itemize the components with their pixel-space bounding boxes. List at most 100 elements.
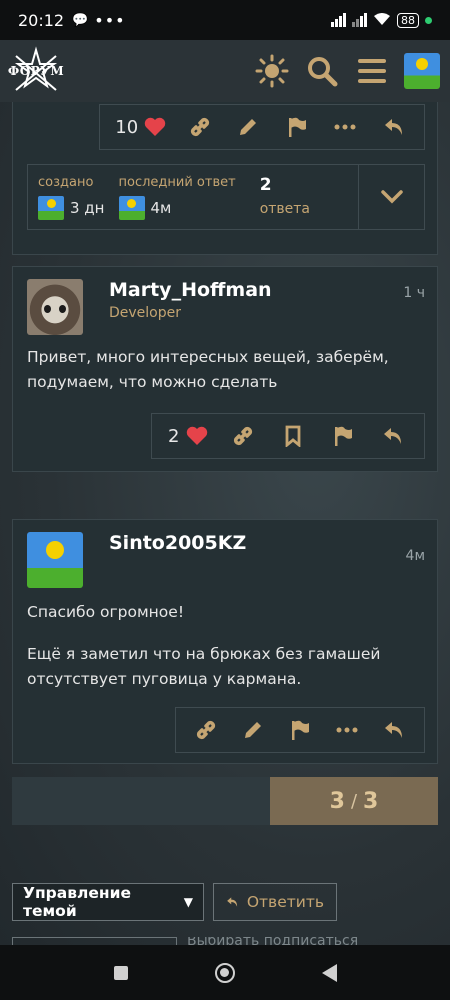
user-avatar-marty[interactable] bbox=[27, 279, 83, 335]
reply-arrow-icon bbox=[383, 428, 401, 444]
heart-icon bbox=[186, 426, 207, 445]
post-time[interactable]: 1 ч bbox=[403, 279, 425, 335]
status-time: 20:12 bbox=[18, 10, 65, 30]
flag-button[interactable] bbox=[282, 116, 312, 138]
post-actions: 10 bbox=[99, 104, 425, 150]
flag-button[interactable] bbox=[285, 719, 315, 741]
flag-icon bbox=[288, 117, 306, 137]
caret-down-icon: ▼ bbox=[183, 895, 193, 909]
status-bar: 20:12 💬 ••• 88 bbox=[0, 0, 450, 40]
post-body-p2: Ещё я заметил что на брюках без гамашей … bbox=[27, 645, 381, 688]
wifi-icon bbox=[373, 12, 391, 29]
user-avatar[interactable] bbox=[404, 53, 440, 89]
more-button[interactable] bbox=[332, 726, 362, 734]
reply-button[interactable] bbox=[379, 720, 409, 740]
recents-icon[interactable] bbox=[113, 965, 128, 980]
logo-text: ФОРУМ bbox=[7, 64, 65, 78]
post-body-p1: Спасибо огромное! bbox=[27, 603, 185, 621]
last-reply-block: последний ответ 4м bbox=[115, 165, 246, 229]
topic-manage-label: Управление темой bbox=[23, 884, 131, 920]
counter-separator: / bbox=[350, 790, 358, 812]
reply-topic-button[interactable]: Ответить bbox=[213, 883, 337, 921]
reply-button[interactable] bbox=[379, 117, 409, 137]
creator-avatar[interactable] bbox=[38, 196, 64, 220]
post-username[interactable]: Marty_Hoffman bbox=[109, 279, 272, 301]
notification-row: Выбирать подписаться bbox=[12, 937, 442, 945]
system-nav-bar bbox=[0, 945, 450, 1000]
last-replier-avatar[interactable] bbox=[118, 196, 145, 220]
user-title: Developer bbox=[109, 305, 182, 321]
current-post: 3 bbox=[329, 788, 345, 814]
created-label: создано bbox=[38, 175, 94, 190]
more-dots-icon bbox=[336, 727, 358, 733]
reply-arrow-icon bbox=[227, 897, 238, 907]
like-count: 2 bbox=[168, 425, 180, 447]
total-posts: 3 bbox=[363, 788, 379, 814]
last-reply-value: 4м bbox=[150, 199, 172, 217]
notification-text: Выбирать подписаться bbox=[187, 937, 359, 945]
status-dot bbox=[425, 16, 432, 24]
last-reply-label: последний ответ bbox=[118, 175, 236, 190]
post-counter[interactable]: 3 / 3 bbox=[270, 777, 438, 825]
chat-icon: 💬 bbox=[72, 12, 89, 28]
chevron-down-icon bbox=[380, 190, 403, 204]
reply-arrow-icon bbox=[384, 119, 402, 135]
heart-icon bbox=[144, 117, 166, 136]
topic-manage-button[interactable]: Управление темой ▼ bbox=[12, 883, 204, 921]
signal-icon-2 bbox=[352, 13, 367, 27]
like-button[interactable]: 2 bbox=[168, 426, 207, 447]
edit-button[interactable] bbox=[238, 719, 268, 741]
user-avatar-sinto[interactable] bbox=[27, 532, 83, 588]
replies-block: 2 ответа bbox=[246, 165, 310, 229]
signal-icon bbox=[331, 13, 346, 27]
replies-word: ответа bbox=[259, 201, 311, 217]
topic-progress: 3 / 3 bbox=[12, 777, 438, 825]
home-icon[interactable] bbox=[214, 962, 235, 983]
post-time[interactable]: 4м bbox=[406, 532, 425, 588]
created-value: 3 дн bbox=[70, 199, 105, 217]
sun-icon bbox=[255, 54, 289, 88]
more-dots-icon bbox=[334, 124, 356, 130]
post-actions bbox=[175, 707, 425, 753]
flag-icon bbox=[334, 426, 352, 446]
share-link-button[interactable] bbox=[185, 116, 215, 138]
pencil-icon bbox=[244, 722, 261, 738]
post-marty: Marty_Hoffman Developer 1 ч Привет, мног… bbox=[12, 266, 438, 472]
link-icon bbox=[233, 426, 252, 446]
back-icon[interactable] bbox=[321, 963, 337, 982]
post-sinto: Sinto2005KZ 4м Спасибо огромное! Ещё я з… bbox=[12, 519, 438, 764]
theme-toggle-button[interactable] bbox=[254, 53, 290, 89]
topic-meta: создано 3 дн последний ответ 4м 2 ответа bbox=[27, 164, 425, 230]
reply-topic-label: Ответить bbox=[246, 893, 324, 911]
bookmark-button[interactable] bbox=[278, 425, 308, 447]
post-body: Привет, много интересных вещей, заберём,… bbox=[27, 348, 389, 391]
share-link-button[interactable] bbox=[191, 719, 221, 741]
created-block: создано 3 дн bbox=[28, 165, 115, 229]
reply-button[interactable] bbox=[378, 426, 408, 446]
menu-button[interactable] bbox=[354, 53, 390, 89]
pencil-icon bbox=[240, 119, 257, 135]
hamburger-icon bbox=[358, 59, 386, 83]
battery-indicator: 88 bbox=[397, 12, 419, 28]
replies-count: 2 bbox=[259, 175, 272, 195]
topic-first-post: 10 создано 3 дн последний ответ 4м 2 отв… bbox=[12, 102, 438, 255]
link-icon bbox=[196, 720, 215, 740]
like-button[interactable]: 10 bbox=[115, 117, 166, 138]
like-count: 10 bbox=[115, 116, 139, 138]
flag-icon bbox=[291, 720, 309, 740]
flag-button[interactable] bbox=[328, 425, 358, 447]
search-icon bbox=[308, 57, 338, 87]
more-button[interactable] bbox=[330, 123, 360, 131]
forum-logo[interactable]: ФОРУМ bbox=[7, 46, 65, 96]
expand-meta-button[interactable] bbox=[358, 165, 424, 229]
search-button[interactable] bbox=[304, 53, 340, 89]
notification-select[interactable] bbox=[12, 937, 177, 945]
bookmark-icon bbox=[285, 425, 301, 447]
progress-track[interactable] bbox=[12, 777, 270, 825]
share-link-button[interactable] bbox=[228, 425, 258, 447]
link-icon bbox=[190, 117, 209, 137]
edit-button[interactable] bbox=[233, 116, 263, 138]
notification-dots: ••• bbox=[94, 10, 126, 30]
site-header: ФОРУМ bbox=[0, 40, 450, 102]
post-username[interactable]: Sinto2005KZ bbox=[109, 532, 246, 554]
